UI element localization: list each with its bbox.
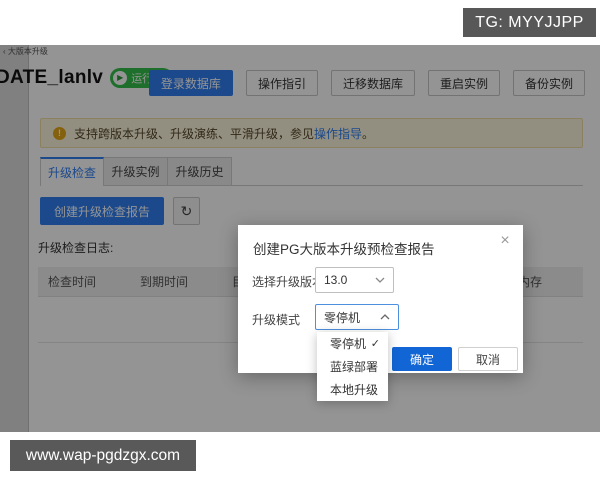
upgrade-mode-value: 零停机 xyxy=(324,310,361,325)
upgrade-mode-dropdown: 零停机 ✓ 蓝绿部署 本地升级 xyxy=(317,332,388,401)
console-page: ‹ 大版本升级 DATE_lanlv ▶ 运行中 登录数据库 操作指引 迁移数据… xyxy=(0,45,600,432)
upgrade-version-select[interactable]: 13.0 xyxy=(315,267,394,293)
upgrade-version-value: 13.0 xyxy=(324,273,348,287)
option-label: 本地升级 xyxy=(330,383,379,397)
modal-title: 创建PG大版本升级预检查报告 xyxy=(253,242,435,257)
upgrade-mode-label: 升级模式 xyxy=(252,313,301,327)
modal-footer: 确定 取消 xyxy=(392,347,518,371)
cancel-button[interactable]: 取消 xyxy=(458,347,518,371)
chevron-up-icon xyxy=(380,314,390,320)
option-blue-green-deploy[interactable]: 蓝绿部署 xyxy=(317,355,388,378)
upgrade-mode-select[interactable]: 零停机 xyxy=(315,304,399,330)
option-zero-downtime[interactable]: 零停机 ✓ xyxy=(317,332,388,355)
option-label: 蓝绿部署 xyxy=(330,360,379,374)
option-local-upgrade[interactable]: 本地升级 xyxy=(317,378,388,401)
site-watermark: www.wap-pgdzgx.com xyxy=(10,440,196,471)
chevron-down-icon xyxy=(375,277,385,283)
confirm-button[interactable]: 确定 xyxy=(392,347,452,371)
check-icon: ✓ xyxy=(370,338,380,350)
option-label: 零停机 xyxy=(330,337,367,351)
tg-watermark: TG: MYYJJPP xyxy=(463,8,596,37)
close-icon[interactable]: × xyxy=(497,233,513,249)
